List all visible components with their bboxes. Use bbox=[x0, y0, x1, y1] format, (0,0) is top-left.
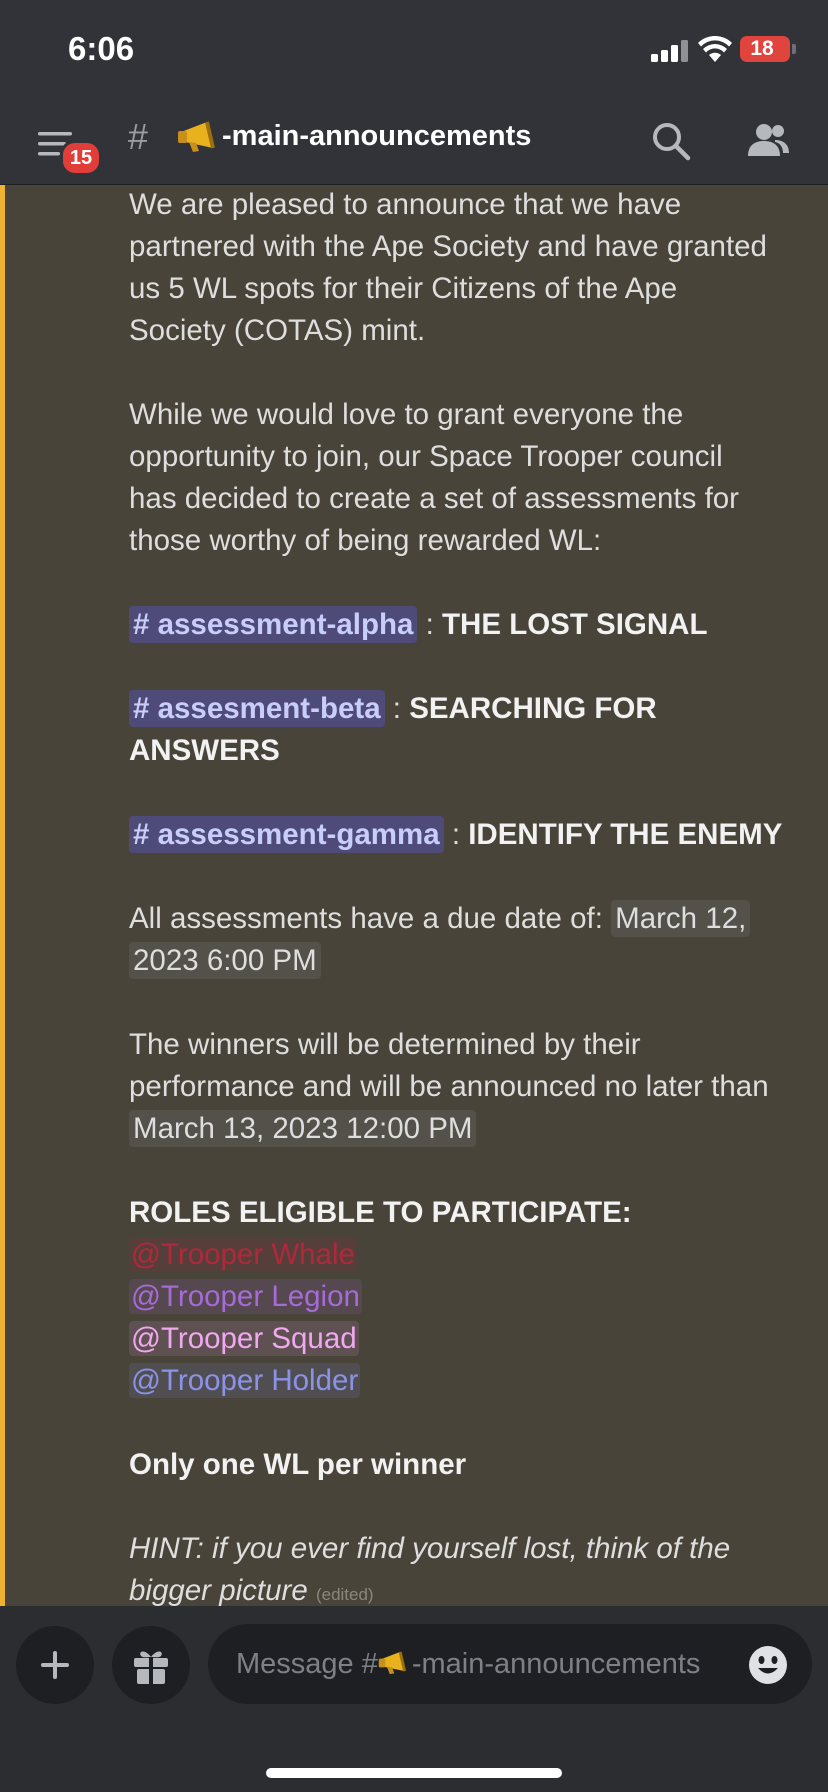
message-text: those worthy of being rewarded WL: bbox=[129, 524, 602, 557]
battery-level: 18 bbox=[750, 37, 774, 60]
megaphone-icon bbox=[178, 121, 215, 152]
gift-button[interactable] bbox=[112, 1626, 190, 1704]
channel-mention-beta[interactable]: # assesment-beta bbox=[129, 690, 385, 727]
plus-icon bbox=[41, 1651, 69, 1679]
separator: : bbox=[384, 692, 410, 725]
message-text: has decided to create a set of assessmen… bbox=[129, 482, 739, 515]
assessment-title: SEARCHING FOR bbox=[409, 692, 657, 725]
message-text: We are pleased to announce that we have bbox=[129, 188, 682, 221]
timestamp-due[interactable]: March 12, bbox=[611, 900, 751, 937]
placeholder-channel: -main-announcements bbox=[411, 1648, 701, 1680]
status-bar: 6:06 18 bbox=[0, 0, 828, 100]
battery-icon: 18 bbox=[740, 36, 790, 62]
message-text: While we would love to grant everyone th… bbox=[129, 398, 684, 431]
due-date-row-cont: 2023 6:00 PM bbox=[129, 942, 321, 979]
message-text: Society (COTAS) mint. bbox=[129, 314, 426, 347]
assessment-row: # assessment-gamma : IDENTIFY THE ENEMY bbox=[129, 816, 783, 853]
channel-name: -main-announcements bbox=[222, 120, 532, 152]
megaphone-icon bbox=[378, 1651, 406, 1675]
roles-row: @Trooper Whale bbox=[129, 1237, 357, 1272]
notification-badge: 15 bbox=[60, 140, 102, 176]
message-placeholder: Message # -main-announcements bbox=[236, 1648, 700, 1681]
roles-heading: ROLES ELIGIBLE TO PARTICIPATE: bbox=[129, 1196, 632, 1229]
battery-tip bbox=[792, 44, 796, 54]
message-input[interactable]: Message # -main-announcements bbox=[208, 1624, 812, 1704]
message-text: The winners will be determined by their bbox=[129, 1028, 641, 1061]
highlight-bar bbox=[0, 185, 5, 1606]
search-icon[interactable] bbox=[650, 120, 692, 162]
message-composer: Message # -main-announcements bbox=[0, 1606, 828, 1792]
smiley-icon[interactable] bbox=[748, 1645, 788, 1685]
add-attachment-button[interactable] bbox=[16, 1626, 94, 1704]
signal-icon bbox=[651, 40, 688, 62]
status-time: 6:06 bbox=[68, 30, 135, 67]
channel-mention-gamma[interactable]: # assessment-gamma bbox=[129, 816, 444, 853]
home-indicator bbox=[266, 1768, 562, 1778]
roles-row: @Trooper Legion bbox=[129, 1279, 362, 1314]
hint-text-cont: bigger picture (edited) bbox=[129, 1574, 374, 1606]
role-mention-whale[interactable]: @Trooper Whale bbox=[129, 1237, 357, 1272]
message-area: We are pleased to announce that we have … bbox=[0, 185, 828, 1606]
edited-label: (edited) bbox=[315, 1585, 374, 1604]
wifi-icon bbox=[698, 36, 732, 62]
role-mention-legion[interactable]: @Trooper Legion bbox=[129, 1279, 362, 1314]
due-text: All assessments have a due date of: bbox=[129, 902, 612, 935]
due-date-row: All assessments have a due date of: Marc… bbox=[129, 900, 751, 937]
assessment-row: # assessment-alpha : THE LOST SIGNAL bbox=[129, 606, 708, 643]
assessment-title: IDENTIFY THE ENEMY bbox=[468, 818, 783, 851]
hint-text: HINT: if you ever find yourself lost, th… bbox=[129, 1532, 731, 1565]
assessment-row: # assesment-beta : SEARCHING FOR bbox=[129, 690, 657, 727]
timestamp-winners[interactable]: March 13, 2023 12:00 PM bbox=[129, 1110, 477, 1147]
hint-text-end: bigger picture bbox=[129, 1574, 308, 1606]
gift-icon bbox=[134, 1651, 168, 1684]
assessment-title-cont: ANSWERS bbox=[129, 734, 280, 767]
channel-mention-alpha[interactable]: # assessment-alpha bbox=[129, 606, 418, 643]
timestamp-due-cont[interactable]: 2023 6:00 PM bbox=[129, 942, 321, 979]
one-wl-text: Only one WL per winner bbox=[129, 1448, 467, 1481]
channel-header: 15 # -main-announcements bbox=[0, 100, 828, 185]
separator: : bbox=[443, 818, 469, 851]
message-text: performance and will be announced no lat… bbox=[129, 1070, 769, 1103]
message-text: opportunity to join, our Space Trooper c… bbox=[129, 440, 723, 473]
placeholder-prefix: Message # bbox=[236, 1648, 378, 1680]
roles-row: @Trooper Squad bbox=[129, 1321, 359, 1356]
role-mention-holder[interactable]: @Trooper Holder bbox=[129, 1363, 361, 1398]
winners-date-row: March 13, 2023 12:00 PM bbox=[129, 1110, 477, 1147]
roles-row: @Trooper Holder bbox=[129, 1363, 361, 1398]
role-mention-squad[interactable]: @Trooper Squad bbox=[129, 1321, 359, 1356]
assessment-title: THE LOST SIGNAL bbox=[442, 608, 708, 641]
members-icon[interactable] bbox=[745, 120, 791, 162]
channel-hash-icon: # bbox=[128, 116, 149, 157]
separator: : bbox=[417, 608, 442, 641]
message-text: us 5 WL spots for their Citizens of the … bbox=[129, 272, 678, 305]
message-text: partnered with the Ape Society and have … bbox=[129, 230, 767, 263]
